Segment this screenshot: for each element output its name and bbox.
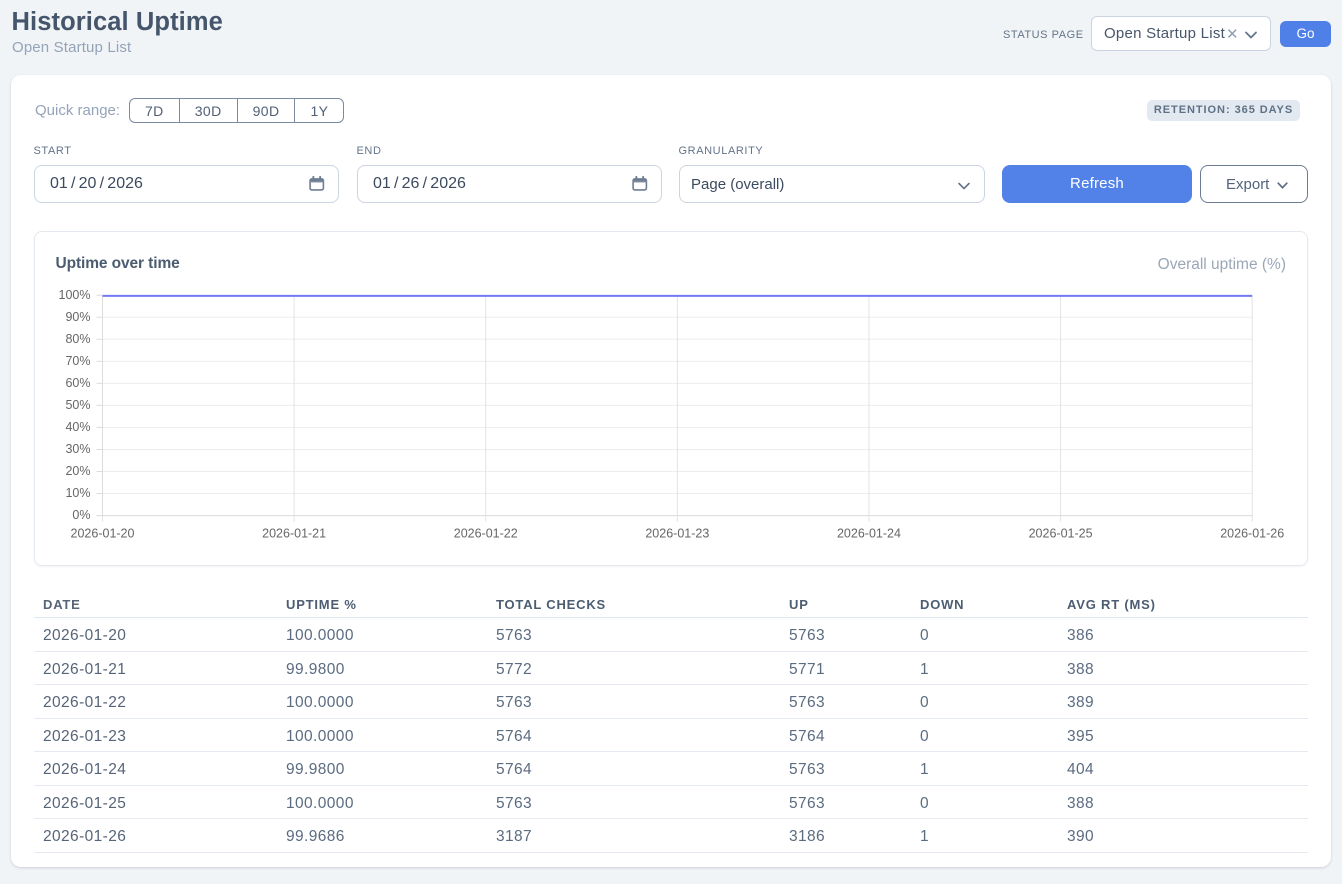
svg-text:60%: 60% [65, 376, 90, 390]
svg-text:40%: 40% [65, 420, 90, 434]
svg-text:50%: 50% [65, 398, 90, 412]
svg-text:10%: 10% [65, 486, 90, 500]
svg-text:70%: 70% [65, 354, 90, 368]
svg-text:0%: 0% [72, 508, 90, 522]
svg-text:20%: 20% [65, 464, 90, 478]
svg-text:2026-01-21: 2026-01-21 [262, 526, 326, 540]
svg-text:80%: 80% [65, 332, 90, 346]
svg-text:2026-01-26: 2026-01-26 [1220, 526, 1284, 540]
svg-text:2026-01-23: 2026-01-23 [645, 526, 709, 540]
svg-text:2026-01-25: 2026-01-25 [1029, 526, 1093, 540]
svg-text:100%: 100% [59, 288, 91, 302]
svg-text:30%: 30% [65, 442, 90, 456]
svg-text:2026-01-22: 2026-01-22 [454, 526, 518, 540]
svg-text:2026-01-20: 2026-01-20 [71, 526, 135, 540]
svg-text:90%: 90% [65, 310, 90, 324]
svg-text:2026-01-24: 2026-01-24 [837, 526, 901, 540]
